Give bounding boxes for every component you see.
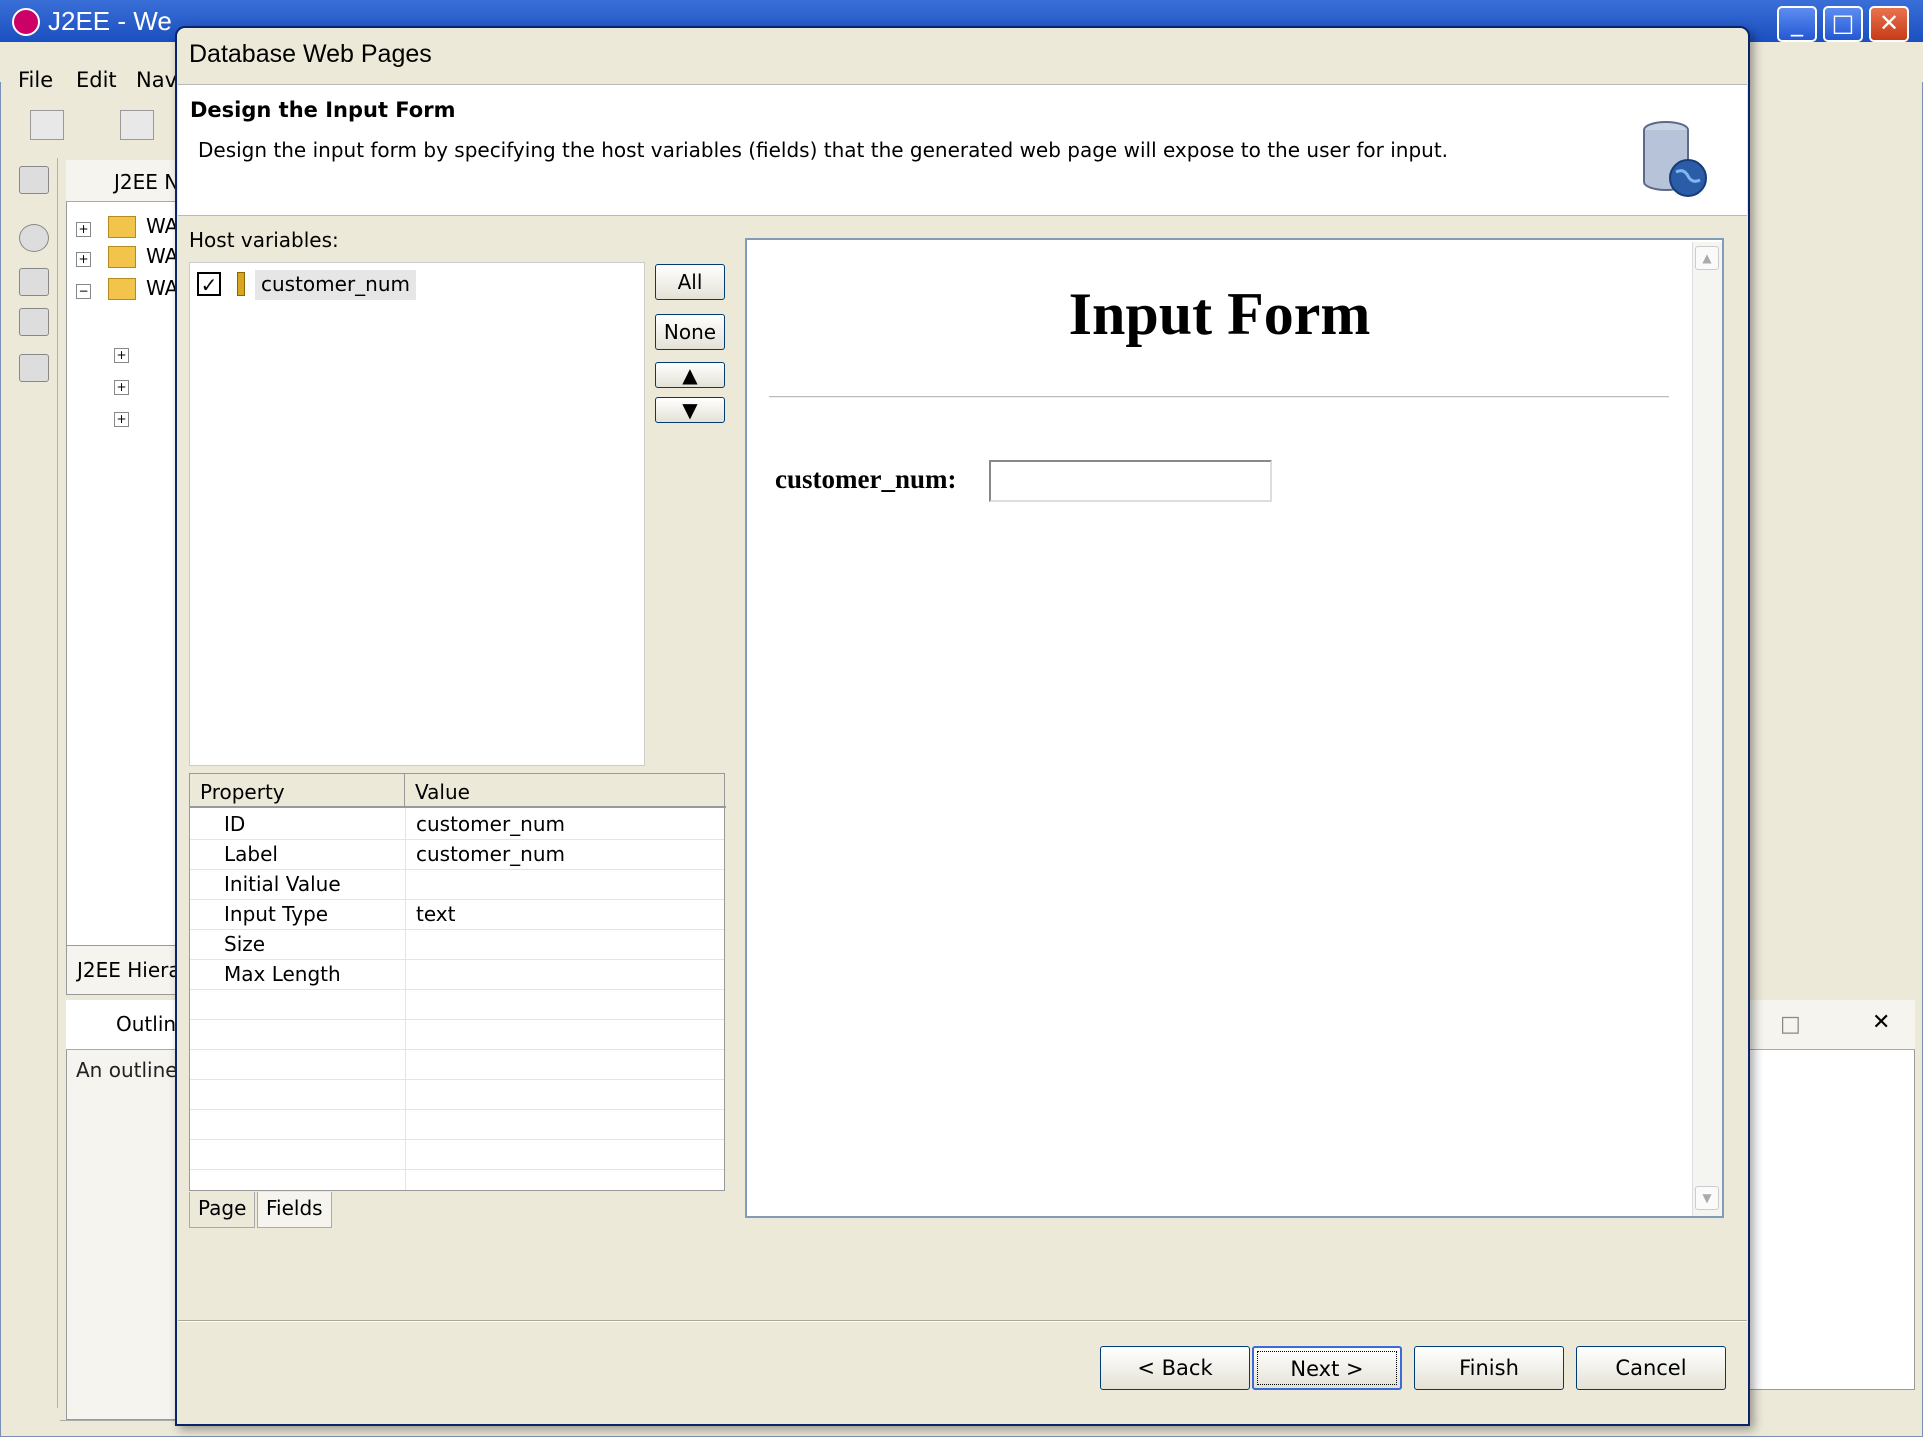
next-button[interactable]: Next > [1252, 1346, 1402, 1390]
expand-icon[interactable]: + [114, 412, 129, 427]
property-name: Max Length [224, 962, 341, 986]
tree-item[interactable]: WA [146, 214, 178, 238]
host-variable-label: customer_num [255, 270, 417, 300]
table-row [190, 1020, 724, 1050]
dialog-title: Database Web Pages [189, 40, 432, 68]
host-variables-label: Host variables: [189, 228, 339, 252]
menu-navigate[interactable]: Nav [136, 68, 177, 92]
table-row[interactable]: Initial Value [190, 870, 724, 900]
tree-item[interactable]: WA [146, 244, 178, 268]
expand-icon[interactable]: + [76, 252, 91, 267]
collapse-icon[interactable]: − [76, 284, 91, 299]
expand-icon[interactable]: + [114, 380, 129, 395]
table-row [190, 1080, 724, 1110]
host-variable-item[interactable]: ✓ customer_num [197, 270, 417, 302]
database-web-icon [1643, 121, 1707, 197]
table-row [190, 1140, 724, 1170]
property-name: Label [224, 842, 278, 866]
maximize-view-icon[interactable]: □ [1780, 1012, 1801, 1037]
table-row[interactable]: Size [190, 930, 724, 960]
data-perspective-icon[interactable] [19, 308, 49, 336]
outline-tab[interactable]: Outlin [66, 1000, 186, 1050]
move-down-button[interactable]: ▼ [655, 397, 725, 423]
wizard-page-title: Design the Input Form [190, 98, 456, 122]
project-folder-icon [108, 246, 136, 268]
resource-perspective-icon[interactable] [19, 354, 49, 382]
perspective-bar [10, 158, 58, 1408]
table-row[interactable]: Input Type text [190, 900, 724, 930]
minimize-icon[interactable]: _ [1777, 6, 1817, 42]
value-column-header[interactable]: Value [405, 774, 725, 808]
table-row [190, 990, 724, 1020]
preview-scrollbar[interactable]: ▲ ▼ [1692, 242, 1722, 1216]
save-icon[interactable] [120, 110, 154, 140]
j2ee-navigator-tab[interactable]: J2EE N [66, 160, 186, 202]
property-value[interactable]: customer_num [416, 842, 565, 866]
app-icon [12, 8, 40, 36]
open-perspective-icon[interactable] [19, 166, 49, 194]
scroll-down-icon[interactable]: ▼ [1695, 1186, 1719, 1210]
j2ee-hierarchy-tab[interactable]: J2EE Hiera [66, 945, 186, 995]
property-table: Property Value ID customer_num Label cus… [189, 773, 726, 1191]
property-value[interactable]: text [416, 902, 455, 926]
maximize-icon[interactable]: □ [1823, 6, 1863, 42]
expand-icon[interactable]: + [114, 348, 129, 363]
preview-field-label: customer_num: [775, 464, 957, 494]
tab-fields[interactable]: Fields [257, 1192, 332, 1228]
close-view-icon[interactable]: ✕ [1872, 1010, 1890, 1035]
menu-edit[interactable]: Edit [76, 68, 117, 92]
cancel-button[interactable]: Cancel [1576, 1346, 1726, 1390]
workbench-title: J2EE - We [48, 6, 172, 36]
property-name: ID [224, 812, 246, 836]
project-folder-icon [108, 216, 136, 238]
properties-panel [1745, 1000, 1915, 1390]
select-none-button[interactable]: None [655, 314, 725, 350]
select-all-button[interactable]: All [655, 264, 725, 300]
scroll-up-icon[interactable]: ▲ [1695, 246, 1719, 270]
property-column-header[interactable]: Property [190, 774, 405, 808]
web-perspective-icon[interactable] [19, 224, 49, 252]
table-row[interactable]: ID customer_num [190, 810, 724, 840]
host-variable-checkbox[interactable]: ✓ [197, 272, 221, 296]
project-folder-icon [108, 278, 136, 300]
property-name: Size [224, 932, 266, 956]
outline-message: An outline [76, 1058, 178, 1082]
preview-text-input[interactable] [989, 460, 1272, 502]
menu-file[interactable]: File [18, 68, 53, 92]
expand-icon[interactable]: + [76, 222, 91, 237]
input-form-preview: Input Form customer_num: ▲ ▼ [745, 238, 1724, 1218]
design-tabs: Page Fields [189, 1192, 725, 1228]
property-name: Input Type [224, 902, 329, 926]
property-name: Initial Value [224, 872, 341, 896]
preview-divider [769, 396, 1669, 398]
footer-separator [178, 1320, 1747, 1322]
property-table-header: Property Value [190, 774, 726, 808]
j2ee-perspective-icon[interactable] [19, 268, 49, 296]
property-value[interactable]: customer_num [416, 812, 565, 836]
close-icon[interactable]: ✕ [1869, 6, 1909, 42]
finish-button[interactable]: Finish [1414, 1346, 1564, 1390]
move-up-button[interactable]: ▲ [655, 362, 725, 388]
back-button[interactable]: < Back [1100, 1346, 1250, 1390]
wizard-page-description: Design the input form by specifying the … [198, 138, 1449, 162]
host-variables-list[interactable] [189, 262, 645, 766]
table-row[interactable]: Label customer_num [190, 840, 724, 870]
variable-icon [237, 272, 245, 296]
preview-page-title: Input Form [1068, 281, 1371, 347]
tree-item[interactable]: WA [146, 276, 178, 300]
new-wizard-icon[interactable] [30, 110, 64, 140]
table-row [190, 1110, 724, 1140]
table-row [190, 1050, 724, 1080]
table-row[interactable]: Max Length [190, 960, 724, 990]
tab-page[interactable]: Page [189, 1192, 256, 1228]
